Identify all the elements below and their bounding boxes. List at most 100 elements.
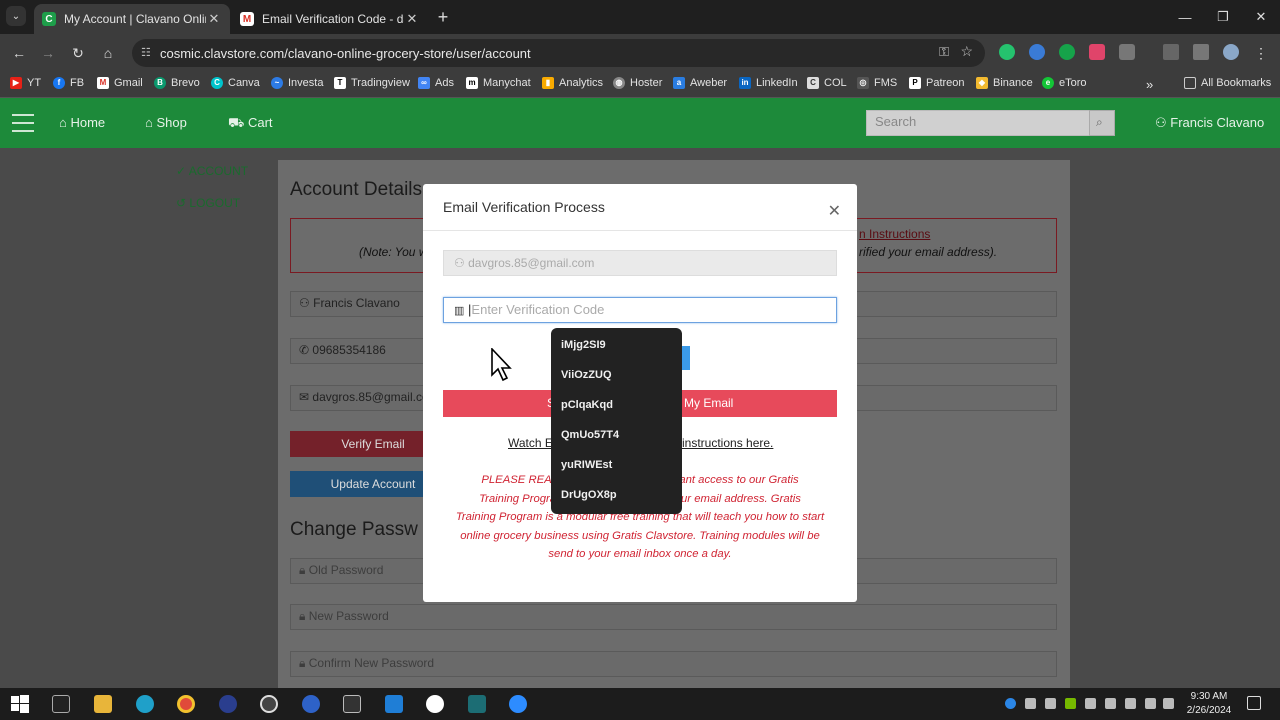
store-app-icon[interactable] xyxy=(302,695,320,713)
bookmark-col[interactable]: C COL xyxy=(807,77,847,89)
address-bar[interactable]: ☷ cosmic.clavstore.com/clavano-online-gr… xyxy=(132,39,985,67)
bookmark-linkedin[interactable]: in LinkedIn xyxy=(739,77,798,89)
maximize-icon[interactable]: ❐ xyxy=(1204,0,1242,34)
linkedin-icon: in xyxy=(739,77,751,89)
modal-close-icon[interactable]: ✕ xyxy=(828,201,841,221)
bookmark-yt[interactable]: ▶ YT xyxy=(10,77,41,89)
site-info-icon[interactable]: ☷ xyxy=(141,46,151,59)
etoro-icon: e xyxy=(1042,77,1054,89)
bookmark-analytics[interactable]: ▮ Analytics xyxy=(542,77,603,89)
bookmark-canva[interactable]: C Canva xyxy=(211,77,260,89)
autocomplete-item[interactable]: yuRIWEst xyxy=(561,459,612,471)
confirm-password-field[interactable]: 🔒︎ Confirm New Password xyxy=(290,651,1057,677)
bookmark-brevo[interactable]: B Brevo xyxy=(154,77,200,89)
windows-start-icon[interactable] xyxy=(11,695,29,713)
bookmark-fms[interactable]: ◎ FMS xyxy=(857,77,897,89)
autocomplete-item[interactable]: pClqaKqd xyxy=(561,399,613,411)
autocomplete-item[interactable]: iMjg2SI9 xyxy=(561,339,606,351)
file-explorer-icon[interactable] xyxy=(94,695,112,713)
home-icon[interactable]: ⌂ xyxy=(97,42,119,64)
bookmark-patreon[interactable]: P Patreon xyxy=(909,77,965,89)
extension-grammarly-icon[interactable] xyxy=(1059,44,1075,60)
tray-app-icon[interactable] xyxy=(1105,698,1116,709)
side-panel-icon[interactable] xyxy=(1193,44,1209,60)
bookmark-tradingview[interactable]: T Tradingview xyxy=(334,77,410,89)
bluetooth-icon[interactable] xyxy=(1005,698,1016,709)
tab-my-account[interactable]: C My Account | Clavano Online G ✕ xyxy=(34,4,230,34)
bookmark-gmail[interactable]: M Gmail xyxy=(97,77,143,89)
reload-icon[interactable]: ↻ xyxy=(67,42,89,64)
nav-home[interactable]: ⌂ Home xyxy=(59,115,105,130)
extensions-puzzle-icon[interactable] xyxy=(1119,44,1135,60)
clock[interactable]: 9:30 AM 2/26/2024 xyxy=(1182,690,1236,718)
media-control-icon[interactable] xyxy=(1163,44,1179,60)
volume-icon[interactable] xyxy=(1163,698,1174,709)
bookmark-etoro[interactable]: e eToro xyxy=(1042,77,1087,89)
lock-icon: 🔒︎ xyxy=(299,656,306,670)
user-menu[interactable]: ⚇ Francis Clavano xyxy=(1155,115,1264,131)
binance-icon: ◆ xyxy=(976,77,988,89)
console-icon[interactable] xyxy=(343,695,361,713)
verify-code-button[interactable] xyxy=(681,346,690,370)
profile-avatar[interactable] xyxy=(1223,44,1239,60)
instructions-link[interactable]: n Instructions xyxy=(859,227,930,241)
forward-icon[interactable]: → xyxy=(37,42,59,64)
autocomplete-item[interactable]: QmUo57T4 xyxy=(561,429,619,441)
sidebar-logout[interactable]: ↺ LOGOUT xyxy=(176,196,240,210)
close-tab-icon[interactable]: ✕ xyxy=(404,11,420,27)
extension-shield-icon[interactable] xyxy=(1089,44,1105,60)
chrome-menu-icon[interactable]: ⋮ xyxy=(1250,42,1272,64)
new-tab-icon[interactable]: + xyxy=(432,6,454,28)
tab-search-icon[interactable]: ⌄ xyxy=(6,6,26,26)
bookmark-binance[interactable]: ◆ Binance xyxy=(976,77,1033,89)
sidebar-account[interactable]: ✓ ACCOUNT xyxy=(176,164,248,178)
autocomplete-item[interactable]: ViiOzZUQ xyxy=(561,369,612,381)
tray-app-icon[interactable] xyxy=(1045,698,1056,709)
extension-react-icon[interactable] xyxy=(1029,44,1045,60)
app-green-icon[interactable] xyxy=(426,695,444,713)
autocomplete-item[interactable]: DrUgOX8p xyxy=(561,489,617,501)
modal-title: Email Verification Process xyxy=(443,199,605,215)
extension-grammar-icon[interactable] xyxy=(999,44,1015,60)
battery-icon[interactable] xyxy=(1125,698,1136,709)
bookmark-aweber[interactable]: a Aweber xyxy=(673,77,727,89)
close-tab-icon[interactable]: ✕ xyxy=(206,11,222,27)
window-close-icon[interactable]: ✕ xyxy=(1242,0,1280,34)
tab-bar: ⌄ C My Account | Clavano Online G ✕ M Em… xyxy=(0,0,1280,34)
tray-app-icon[interactable] xyxy=(1085,698,1096,709)
tray-app-icon[interactable] xyxy=(1025,698,1036,709)
nav-cart[interactable]: ⛟ Cart xyxy=(228,115,273,133)
nav-shop[interactable]: ⌂ Shop xyxy=(145,115,187,130)
nvidia-icon[interactable] xyxy=(1065,698,1076,709)
hamburger-menu-icon[interactable] xyxy=(12,114,34,132)
notes-app-icon[interactable] xyxy=(468,695,486,713)
shop-icon: ⌂ xyxy=(145,115,153,130)
minimize-icon[interactable]: — xyxy=(1166,0,1204,34)
obs-icon[interactable] xyxy=(260,695,278,713)
network-icon[interactable] xyxy=(1145,698,1156,709)
bookmark-manychat[interactable]: m Manychat xyxy=(466,77,531,89)
all-bookmarks[interactable]: All Bookmarks xyxy=(1184,77,1271,89)
edge-icon[interactable] xyxy=(136,695,154,713)
notifications-icon[interactable] xyxy=(1247,696,1261,710)
chrome-taskbar-icon[interactable] xyxy=(177,695,195,713)
tradingview-icon: T xyxy=(334,77,346,89)
vscode-icon[interactable] xyxy=(385,695,403,713)
bookmark-investa[interactable]: ~ Investa xyxy=(271,77,323,89)
verification-code-input[interactable]: ▥ |Enter Verification Code xyxy=(443,297,837,323)
zoom-icon[interactable] xyxy=(509,695,527,713)
bookmark-star-icon[interactable]: ☆ xyxy=(960,43,973,60)
search-input[interactable]: Search xyxy=(866,110,1090,136)
address-bar-row: ← → ↻ ⌂ ☷ cosmic.clavstore.com/clavano-o… xyxy=(0,34,1280,72)
password-key-icon[interactable]: ⚿ xyxy=(939,44,949,60)
terminal-app-icon[interactable] xyxy=(52,695,70,713)
bookmark-hoster[interactable]: ◍ Hoster xyxy=(613,77,662,89)
new-password-field[interactable]: 🔒︎ New Password xyxy=(290,604,1057,630)
app-taskbar-icon[interactable] xyxy=(219,695,237,713)
bookmark-ads[interactable]: ∞ Ads xyxy=(418,77,454,89)
back-icon[interactable]: ← xyxy=(8,42,30,64)
search-button[interactable]: ⌕ xyxy=(1089,110,1115,136)
more-bookmarks-icon[interactable]: » xyxy=(1146,77,1153,92)
tab-email-verification[interactable]: M Email Verification Code - davgr ✕ xyxy=(232,4,428,34)
bookmark-fb[interactable]: f FB xyxy=(53,77,84,89)
